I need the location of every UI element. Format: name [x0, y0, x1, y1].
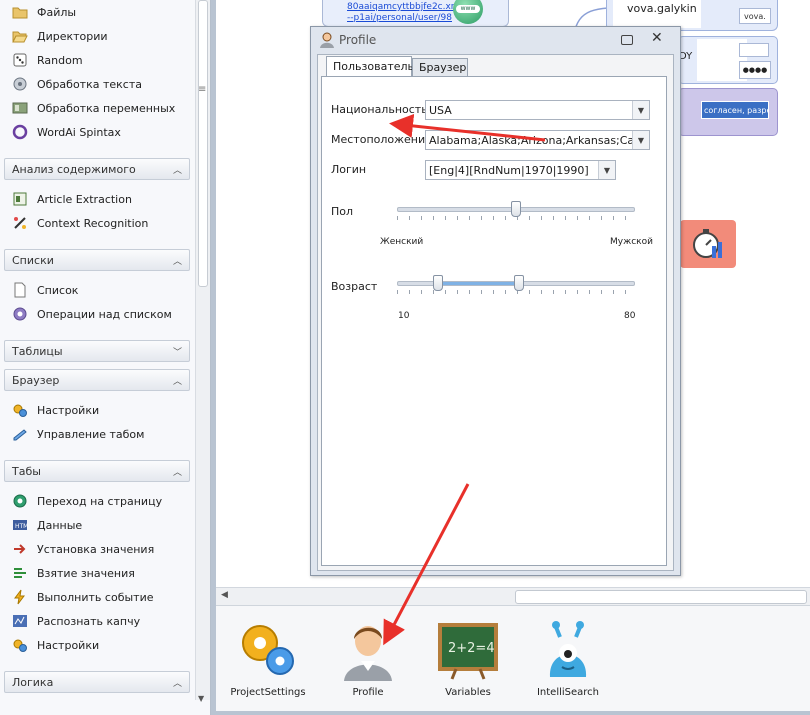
annotation-overlay — [383, 113, 546, 646]
annotation-arrow-icon — [383, 483, 470, 646]
annotation-arrow-icon — [389, 113, 546, 142]
